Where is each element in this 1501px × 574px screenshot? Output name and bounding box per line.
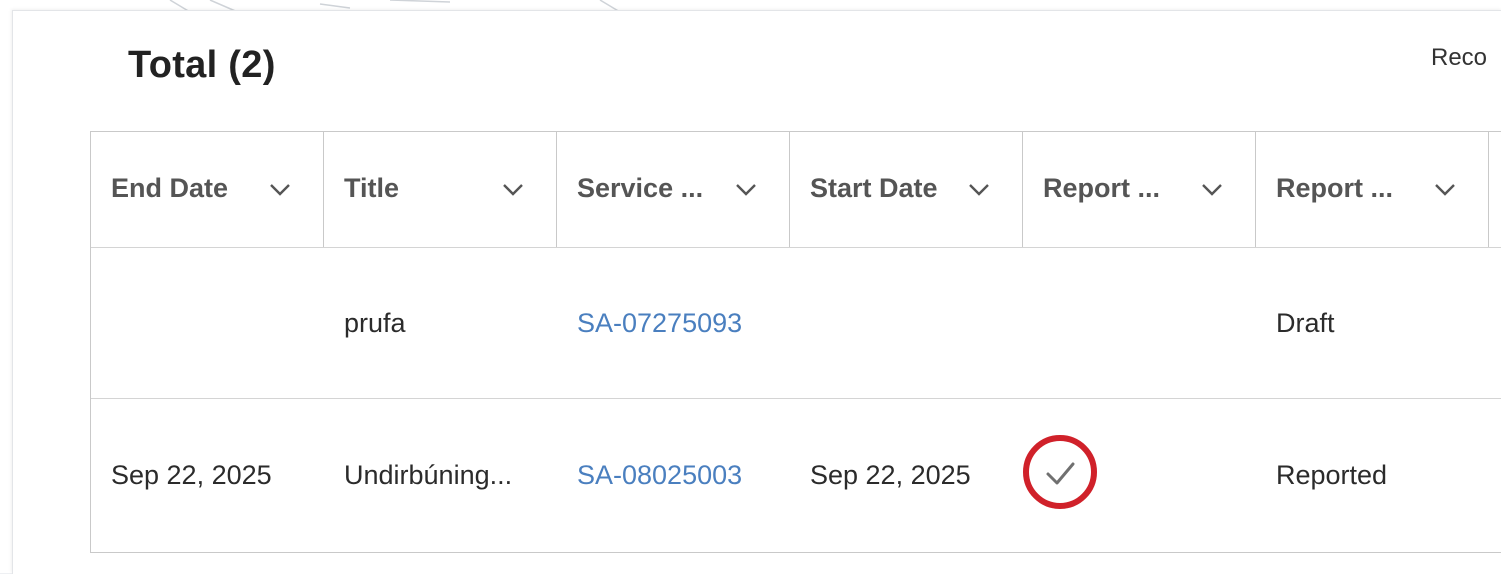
card-edge <box>0 520 12 573</box>
cell-title: prufa <box>344 307 406 338</box>
column-header-label: Report ... <box>1043 173 1161 203</box>
cell-service-link[interactable]: SA-07275093 <box>577 248 742 398</box>
cell-status: Reported <box>1276 459 1388 490</box>
column-header-report-1[interactable]: Report ... <box>1023 132 1256 247</box>
column-header-title[interactable]: Title <box>324 132 557 247</box>
cell-service-link[interactable]: SA-08025003 <box>577 400 742 550</box>
table-header: End Date Title Service ... Start Date Re… <box>91 132 1501 248</box>
column-header-end-date[interactable]: End Date <box>91 132 324 247</box>
column-header-label: Service ... <box>577 173 704 203</box>
checkmark-icon <box>1023 435 1097 509</box>
data-table: End Date Title Service ... Start Date Re… <box>90 131 1501 553</box>
column-header-label: Start Date <box>810 173 938 203</box>
chevron-down-icon[interactable] <box>1433 182 1457 198</box>
highlight-circle <box>1023 435 1097 509</box>
chevron-down-icon[interactable] <box>1200 182 1224 198</box>
cell-start-date: Sep 22, 2025 <box>810 459 971 490</box>
table-row: prufa SA-07275093 Draft <box>91 248 1501 399</box>
column-header-service[interactable]: Service ... <box>557 132 790 247</box>
corner-link[interactable]: Reco <box>1431 44 1487 72</box>
column-header-label: End Date <box>111 173 229 203</box>
chevron-down-icon[interactable] <box>967 182 991 198</box>
column-header-report-2[interactable]: Report ... <box>1256 132 1489 247</box>
cell-end-date: Sep 22, 2025 <box>111 459 272 490</box>
chevron-down-icon[interactable] <box>501 182 525 198</box>
cell-title: Undirbúning... <box>344 459 513 490</box>
table-row: Sep 22, 2025 Undirbúning... SA-08025003 … <box>91 400 1501 550</box>
page-title: Total (2) <box>128 44 276 86</box>
column-header-start-date[interactable]: Start Date <box>790 132 1023 247</box>
chevron-down-icon[interactable] <box>734 182 758 198</box>
column-header-label: Title <box>344 173 400 203</box>
chevron-down-icon[interactable] <box>268 182 292 198</box>
cell-reported-check <box>1020 432 1100 512</box>
column-header-label: Report ... <box>1276 173 1394 203</box>
cell-status: Draft <box>1276 307 1335 338</box>
